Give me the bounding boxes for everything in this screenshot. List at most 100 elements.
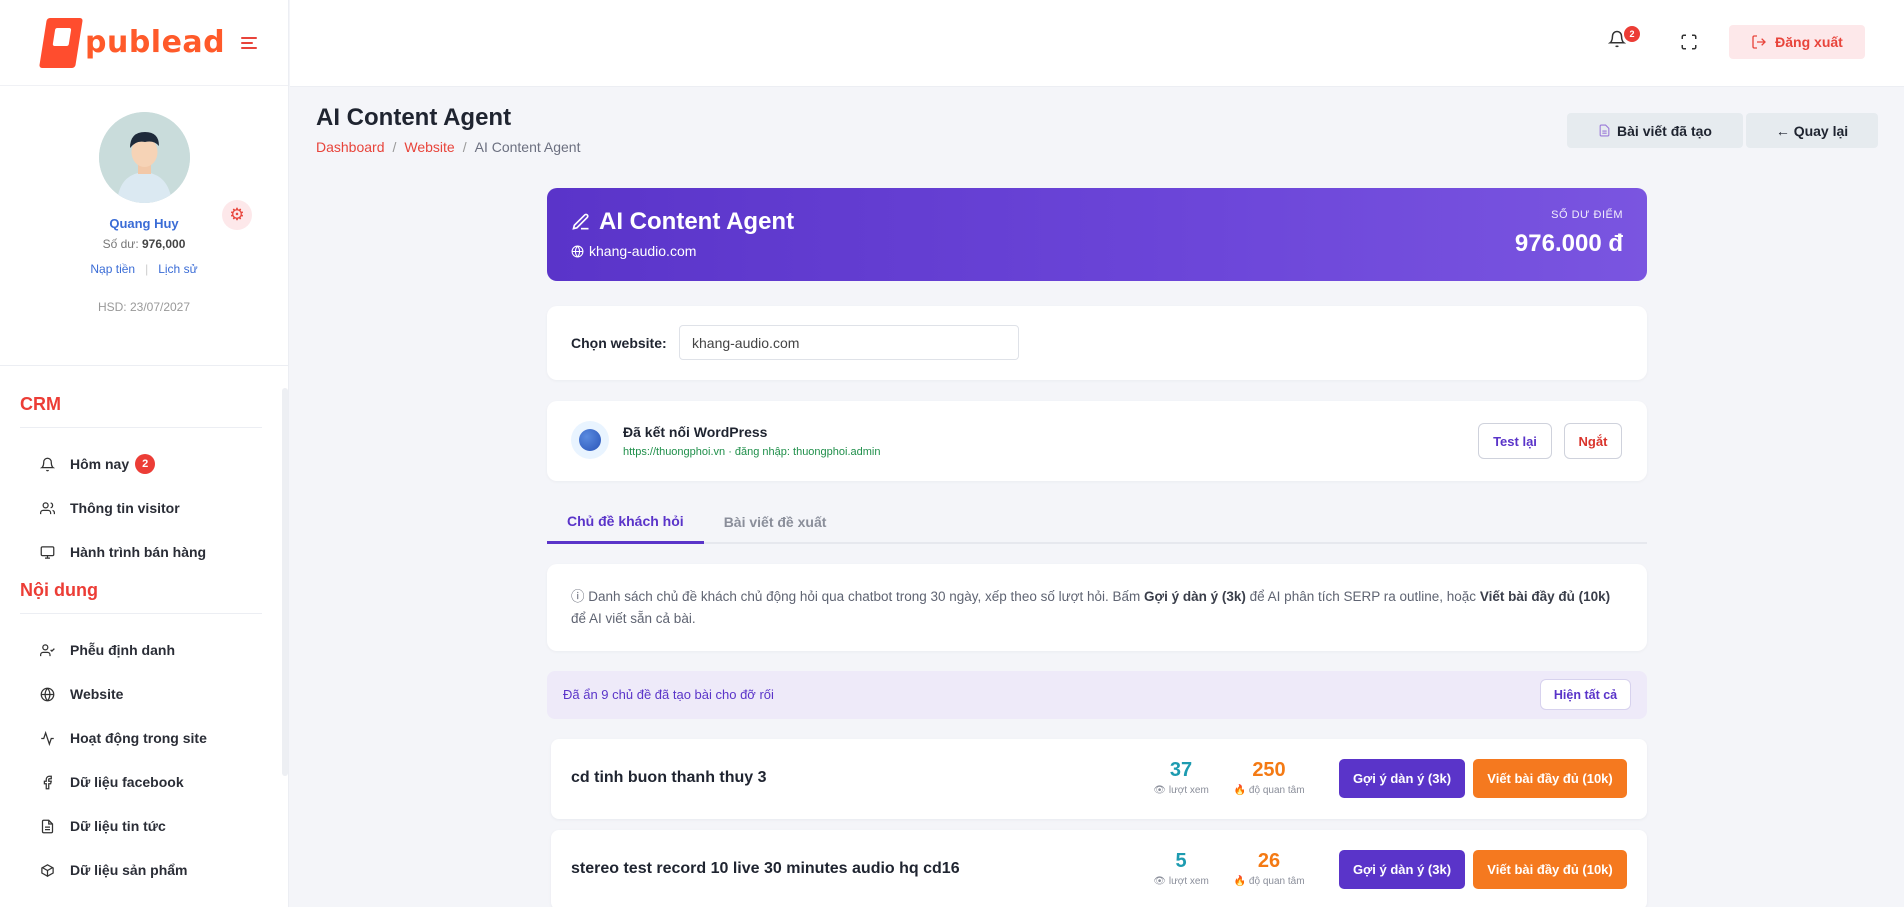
back-button[interactable]: ← Quay lại xyxy=(1746,113,1878,148)
user-check-icon xyxy=(36,639,58,661)
profile-panel: ⚙ Quang Huy Số dư: 976,000 Nạp tiền | Lị… xyxy=(0,86,288,366)
suggest-outline-button[interactable]: Gợi ý dàn ý (3k) xyxy=(1339,850,1465,889)
agent-hero-banner: AI Content Agent khang-audio.com SỐ DƯ Đ… xyxy=(547,188,1647,281)
views-label-text: lượt xem xyxy=(1168,785,1209,796)
sidebar-item-today[interactable]: Hôm nay 2 xyxy=(20,442,288,486)
topic-views-stat: 37 👁 lượt xem xyxy=(1151,759,1211,796)
points-balance-value: 976.000 đ xyxy=(1514,230,1623,257)
sidebar-item-label: Dữ liệu facebook xyxy=(70,774,184,790)
globe-icon xyxy=(36,683,58,705)
topic-row: cd tinh buon thanh thuy 3 37 👁 lượt xem 2… xyxy=(551,739,1647,819)
fire-icon: 🔥 xyxy=(1233,785,1246,796)
interest-label: 🔥 độ quan tâm xyxy=(1233,785,1305,796)
hero-site: khang-audio.com xyxy=(571,243,696,259)
breadcrumb-current: AI Content Agent xyxy=(474,139,581,155)
created-posts-button[interactable]: Bài viết đã tạo xyxy=(1567,113,1743,148)
write-full-post-button[interactable]: Viết bài đầy đủ (10k) xyxy=(1473,759,1627,798)
sidebar-scrollbar[interactable] xyxy=(282,388,288,776)
user-name[interactable]: Quang Huy xyxy=(0,216,288,231)
info-bold-full: Viết bài đầy đủ (10k) xyxy=(1479,589,1611,604)
sidebar-nav: CRM Hôm nay 2 Thông tin visitor Hành trì… xyxy=(0,366,288,892)
sidebar-item-identity-funnel[interactable]: Phễu định danh xyxy=(20,628,288,672)
topic-row: stereo test record 10 live 30 minutes au… xyxy=(551,830,1647,907)
breadcrumb-website[interactable]: Website xyxy=(404,139,454,155)
wordpress-status-title: Đã kết nối WordPress xyxy=(623,424,768,440)
breadcrumb: Dashboard / Website / AI Content Agent xyxy=(316,139,580,155)
hidden-topics-text: Đã ẩn 9 chủ đề đã tạo bài cho đỡ rối xyxy=(563,687,774,702)
topics-info-card: ⓘ Danh sách chủ đề khách chủ động hỏi qu… xyxy=(547,564,1647,651)
facebook-icon xyxy=(36,771,58,793)
sidebar-item-website[interactable]: Website xyxy=(20,672,288,716)
fullscreen-icon[interactable] xyxy=(1680,33,1698,51)
sidebar-item-product-data[interactable]: Dữ liệu sản phẩm xyxy=(20,848,288,892)
avatar[interactable] xyxy=(99,112,190,203)
publead-logo-icon[interactable] xyxy=(39,17,83,68)
bell-icon xyxy=(36,453,58,475)
document-icon xyxy=(1599,124,1610,137)
history-link[interactable]: Lịch sử xyxy=(158,262,197,276)
write-full-post-button[interactable]: Viết bài đầy đủ (10k) xyxy=(1473,850,1627,889)
show-all-button[interactable]: Hiện tất cả xyxy=(1540,679,1631,710)
points-balance-label: SỐ DƯ ĐIỂM xyxy=(1551,209,1623,221)
sidebar-item-label: Dữ liệu tin tức xyxy=(70,818,166,834)
sidebar-item-news-data[interactable]: Dữ liệu tin tức xyxy=(20,804,288,848)
test-connection-button[interactable]: Test lại xyxy=(1478,423,1552,459)
topic-views-stat: 5 👁 lượt xem xyxy=(1151,850,1211,887)
hero-site-domain: khang-audio.com xyxy=(589,243,697,259)
info-bold-outline: Gợi ý dàn ý (3k) xyxy=(1144,589,1246,604)
created-posts-label: Bài viết đã tạo xyxy=(1617,122,1712,139)
interest-label-text: độ quan tâm xyxy=(1248,785,1305,796)
website-select-card: Chọn website: xyxy=(547,306,1647,380)
file-text-icon xyxy=(36,815,58,837)
views-count: 37 xyxy=(1169,759,1193,781)
brand-name[interactable]: publead xyxy=(85,25,225,60)
users-icon xyxy=(36,497,58,519)
balance-label: Số dư: xyxy=(102,237,139,251)
views-label: 👁 lượt xem xyxy=(1151,785,1211,796)
logout-label: Đăng xuất xyxy=(1775,34,1843,50)
info-text-part: để AI viết sẵn cả bài. xyxy=(571,611,696,626)
brand-header: publead xyxy=(0,0,288,86)
sidebar-item-site-activity[interactable]: Hoạt động trong site xyxy=(20,716,288,760)
topup-link[interactable]: Nạp tiền xyxy=(90,262,135,276)
sidebar-item-label: Hành trình bán hàng xyxy=(70,544,207,560)
balance-value: 976,000 xyxy=(142,237,186,251)
nav-section-crm: CRM xyxy=(20,394,262,428)
breadcrumb-dashboard[interactable]: Dashboard xyxy=(316,139,385,155)
eye-icon: 👁 xyxy=(1153,785,1166,796)
fire-icon: 🔥 xyxy=(1233,876,1246,887)
expiry-date: HSD: 23/07/2027 xyxy=(97,300,191,314)
topic-interest-stat: 250 🔥 độ quan tâm xyxy=(1233,759,1305,796)
sidebar: publead ⚙ Quang Huy Số dư: 976,000 Nạp t… xyxy=(0,0,289,907)
interest-count: 250 xyxy=(1252,759,1286,781)
sidebar-item-sales-journey[interactable]: Hành trình bán hàng xyxy=(20,530,288,574)
sidebar-item-facebook-data[interactable]: Dữ liệu facebook xyxy=(20,760,288,804)
back-label: ← Quay lại xyxy=(1775,122,1849,139)
suggest-outline-button[interactable]: Gợi ý dàn ý (3k) xyxy=(1339,759,1465,798)
sidebar-item-visitor-info[interactable]: Thông tin visitor xyxy=(20,486,288,530)
sidebar-item-label: Phễu định danh xyxy=(70,642,175,658)
nav-section-content: Nội dung xyxy=(20,580,262,614)
tab-customer-topics[interactable]: Chủ đề khách hỏi xyxy=(547,500,704,544)
menu-toggle-icon[interactable] xyxy=(241,36,258,49)
logout-icon xyxy=(1752,35,1767,49)
content-tabs: Chủ đề khách hỏi Bài viết đề xuất xyxy=(547,500,1647,544)
website-select-input[interactable] xyxy=(679,325,1019,360)
logout-button[interactable]: Đăng xuất xyxy=(1729,25,1865,59)
today-count-badge: 2 xyxy=(135,454,156,474)
sidebar-item-label: Hoạt động trong site xyxy=(70,730,207,746)
sidebar-item-label: Thông tin visitor xyxy=(70,500,180,516)
disconnect-button[interactable]: Ngắt xyxy=(1564,423,1622,459)
tab-suggested-posts[interactable]: Bài viết đề xuất xyxy=(704,500,847,544)
hero-title: AI Content Agent xyxy=(571,208,794,236)
notification-count-badge: 2 xyxy=(1624,26,1640,42)
profile-links: Nạp tiền | Lịch sử xyxy=(0,262,288,276)
sidebar-item-label: Dữ liệu sản phẩm xyxy=(70,862,188,878)
sidebar-item-label: Website xyxy=(70,686,124,702)
sidebar-item-label: Hôm nay xyxy=(70,456,130,472)
edit-pen-icon xyxy=(572,213,589,230)
wordpress-connection-card: Đã kết nối WordPress https://thuongphoi.… xyxy=(547,401,1647,481)
breadcrumb-separator: / xyxy=(392,139,397,155)
activity-icon xyxy=(36,727,58,749)
box-icon xyxy=(36,859,58,881)
